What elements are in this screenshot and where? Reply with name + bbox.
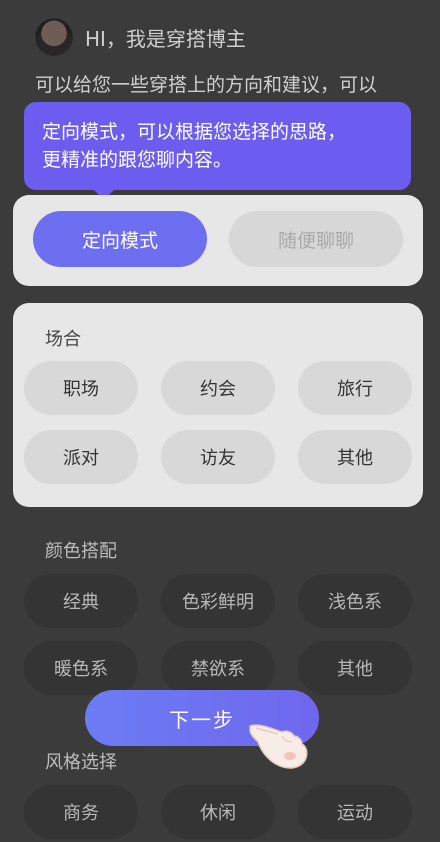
color-chip-minimal[interactable]: 禁欲系 [161, 641, 275, 695]
style-section-title: 风格选择 [45, 752, 117, 773]
occasion-panel: 场合 职场 约会 旅行 派对 访友 其他 [13, 303, 423, 507]
directed-mode-button[interactable]: 定向模式 [33, 211, 207, 267]
occasion-chip-visit-friends[interactable]: 访友 [161, 430, 275, 484]
color-chip-classic[interactable]: 经典 [24, 574, 138, 628]
intro-text: 可以给您一些穿搭上的方向和建议，可以 [35, 74, 378, 96]
occasion-chip-workplace[interactable]: 职场 [24, 361, 138, 415]
occasion-chip-travel[interactable]: 旅行 [298, 361, 412, 415]
guide-tooltip: 定向模式，可以根据您选择的思路， 更精准的跟您聊内容。 [24, 102, 411, 190]
occasion-title: 场合 [45, 329, 81, 350]
tooltip-line-2: 更精准的跟您聊内容。 [42, 149, 233, 171]
chat-screen: HI，我是穿搭博主 可以给您一些穿搭上的方向和建议，可以 定向模式，可以根据您选… [0, 0, 440, 842]
color-chip-vivid[interactable]: 色彩鲜明 [161, 574, 275, 628]
occasion-chip-date[interactable]: 约会 [161, 361, 275, 415]
color-chip-light[interactable]: 浅色系 [298, 574, 412, 628]
style-chip-sport[interactable]: 运动 [298, 785, 412, 839]
chat-header: HI，我是穿搭博主 [35, 18, 246, 56]
style-chip-business[interactable]: 商务 [24, 785, 138, 839]
greeting-text: HI，我是穿搭博主 [85, 26, 246, 51]
occasion-chip-other[interactable]: 其他 [298, 430, 412, 484]
color-section-title: 颜色搭配 [45, 541, 117, 562]
style-chip-casual[interactable]: 休闲 [161, 785, 275, 839]
pointing-hand-icon [249, 724, 308, 769]
tooltip-line-1: 定向模式，可以根据您选择的思路， [42, 121, 347, 143]
mode-selector: 定向模式 随便聊聊 [13, 195, 423, 286]
casual-chat-button[interactable]: 随便聊聊 [229, 211, 403, 267]
color-chip-warm[interactable]: 暖色系 [24, 641, 138, 695]
color-chip-other[interactable]: 其他 [298, 641, 412, 695]
occasion-chip-party[interactable]: 派对 [24, 430, 138, 484]
avatar [35, 18, 73, 56]
